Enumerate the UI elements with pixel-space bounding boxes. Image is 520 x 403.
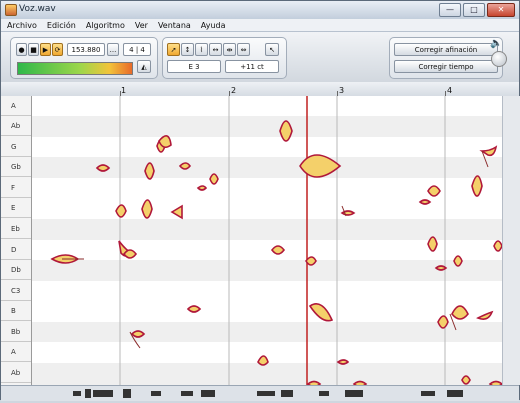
- menu-ventana[interactable]: Ventana: [158, 19, 191, 31]
- pitch-ruler: A Ab G Gb F E Eb D Db C3 B Bb A Ab: [1, 96, 32, 385]
- menu-ayuda[interactable]: Ayuda: [201, 19, 226, 31]
- record-icon[interactable]: ●: [16, 43, 27, 56]
- pitch-label: F: [1, 178, 31, 198]
- timing-tool-icon[interactable]: ⇹: [223, 43, 236, 56]
- note-blob: [270, 245, 286, 255]
- note-blob: [434, 265, 448, 271]
- note-blob: [453, 255, 463, 267]
- arrow-tool-icon[interactable]: ➚: [167, 43, 180, 56]
- note-editor[interactable]: [32, 96, 502, 385]
- speaker-icon: 🔈: [490, 38, 503, 49]
- ruler-beat-3: 3: [339, 86, 345, 95]
- metronome-icon[interactable]: ◭: [137, 60, 151, 73]
- title-bar: Voz.wav — □ ✕: [1, 1, 519, 20]
- app-window: Voz.wav — □ ✕ Archivo Edición Algoritmo …: [0, 0, 520, 401]
- vertical-scrollbar[interactable]: [502, 96, 520, 385]
- note-assign-tool-icon[interactable]: ↔: [209, 43, 222, 56]
- stop-icon[interactable]: ■: [28, 43, 39, 56]
- note-blob: [461, 375, 471, 385]
- correct-time-button[interactable]: Corregir tiempo: [394, 60, 498, 73]
- tempo-more-button[interactable]: ...: [107, 43, 119, 56]
- pitch-label: Ab: [1, 116, 31, 136]
- pitch-label: B: [1, 301, 31, 321]
- note-blob: [170, 204, 183, 220]
- note-blob: [95, 164, 111, 172]
- note-blob: [115, 204, 127, 218]
- note-blob: [122, 249, 138, 259]
- ruler-beat-2: 2: [231, 86, 237, 95]
- note-blob: [479, 145, 498, 157]
- time-ruler[interactable]: 1 2 3 4: [1, 82, 519, 97]
- transport-group: ● ■ ▶ ⟳ 153.880 ... 4 | 4 ◭: [10, 37, 158, 79]
- pitch-label: D: [1, 240, 31, 260]
- menu-archivo[interactable]: Archivo: [7, 19, 37, 31]
- note-blob: [196, 185, 208, 191]
- minimize-button[interactable]: —: [439, 3, 461, 17]
- note-editor-canvas[interactable]: [32, 96, 502, 385]
- window-title: Voz.wav: [19, 4, 56, 14]
- pitch-label: Eb: [1, 219, 31, 239]
- note-blob: [308, 303, 334, 322]
- cents-display: +11 ct: [225, 60, 279, 73]
- menu-algoritmo[interactable]: Algoritmo: [86, 19, 125, 31]
- note-blob: [451, 305, 469, 320]
- note-blob: [186, 305, 202, 313]
- waveform: [73, 389, 463, 398]
- ruler-beat-4: 4: [447, 86, 453, 95]
- time-signature-field[interactable]: 4 | 4: [123, 43, 151, 56]
- note-blob: [418, 199, 432, 205]
- menu-ver[interactable]: Ver: [135, 19, 148, 31]
- correction-group: Corregir afinación Corregir tiempo: [389, 37, 503, 79]
- pitch-label: A: [1, 342, 31, 362]
- tempo-field[interactable]: 153.880: [67, 43, 105, 56]
- note-blob: [476, 310, 494, 320]
- close-button[interactable]: ✕: [487, 3, 515, 17]
- input-level-meter: [17, 62, 133, 75]
- note-blob: [437, 315, 449, 329]
- note-blob: [336, 359, 350, 365]
- pitch-label: Ab: [1, 363, 31, 383]
- note-blob: [257, 355, 269, 366]
- correct-pitch-button[interactable]: Corregir afinación: [394, 43, 498, 56]
- note-blob: [178, 162, 191, 170]
- pitch-label: G: [1, 137, 31, 157]
- toolbar: ● ■ ▶ ⟳ 153.880 ... 4 | 4 ◭ ➚ ↕ ⌇ ↔ ⇹ ⇔ …: [1, 32, 519, 83]
- note-blob: [427, 185, 441, 197]
- note-blob: [209, 173, 219, 185]
- note-blob: [158, 135, 172, 149]
- note-blob: [471, 175, 483, 197]
- pitch-label: Db: [1, 260, 31, 280]
- split-tool-icon[interactable]: ⇔: [237, 43, 250, 56]
- ruler-marker: 1: [121, 86, 127, 95]
- note-blob: [493, 240, 502, 252]
- pitch-label: A: [1, 96, 31, 116]
- pitch-label: E: [1, 198, 31, 218]
- maximize-button[interactable]: □: [463, 3, 485, 17]
- loop-icon[interactable]: ⟳: [52, 43, 63, 56]
- note-blob: [305, 256, 317, 266]
- note-display: E 3: [167, 60, 221, 73]
- play-icon[interactable]: ▶: [40, 43, 51, 56]
- app-icon: [5, 4, 17, 16]
- note-blob: [130, 330, 146, 338]
- pitch-tool-icon[interactable]: ↕: [181, 43, 194, 56]
- pitch-label: C3: [1, 281, 31, 301]
- tools-group: ➚ ↕ ⌇ ↔ ⇹ ⇔ ↖ E 3 +11 ct: [162, 37, 287, 79]
- note-blob: [427, 236, 438, 252]
- volume-knob[interactable]: [491, 51, 507, 67]
- pitch-label: Bb: [1, 322, 31, 342]
- note-blob: [144, 162, 155, 180]
- pitch-label: Gb: [1, 157, 31, 177]
- formant-tool-icon[interactable]: ⌇: [195, 43, 208, 56]
- menu-bar: Archivo Edición Algoritmo Ver Ventana Ay…: [1, 19, 519, 32]
- menu-edicion[interactable]: Edición: [47, 19, 76, 31]
- select-tool-icon[interactable]: ↖: [265, 43, 279, 56]
- waveform-overview[interactable]: [1, 385, 519, 401]
- note-blob: [141, 199, 153, 219]
